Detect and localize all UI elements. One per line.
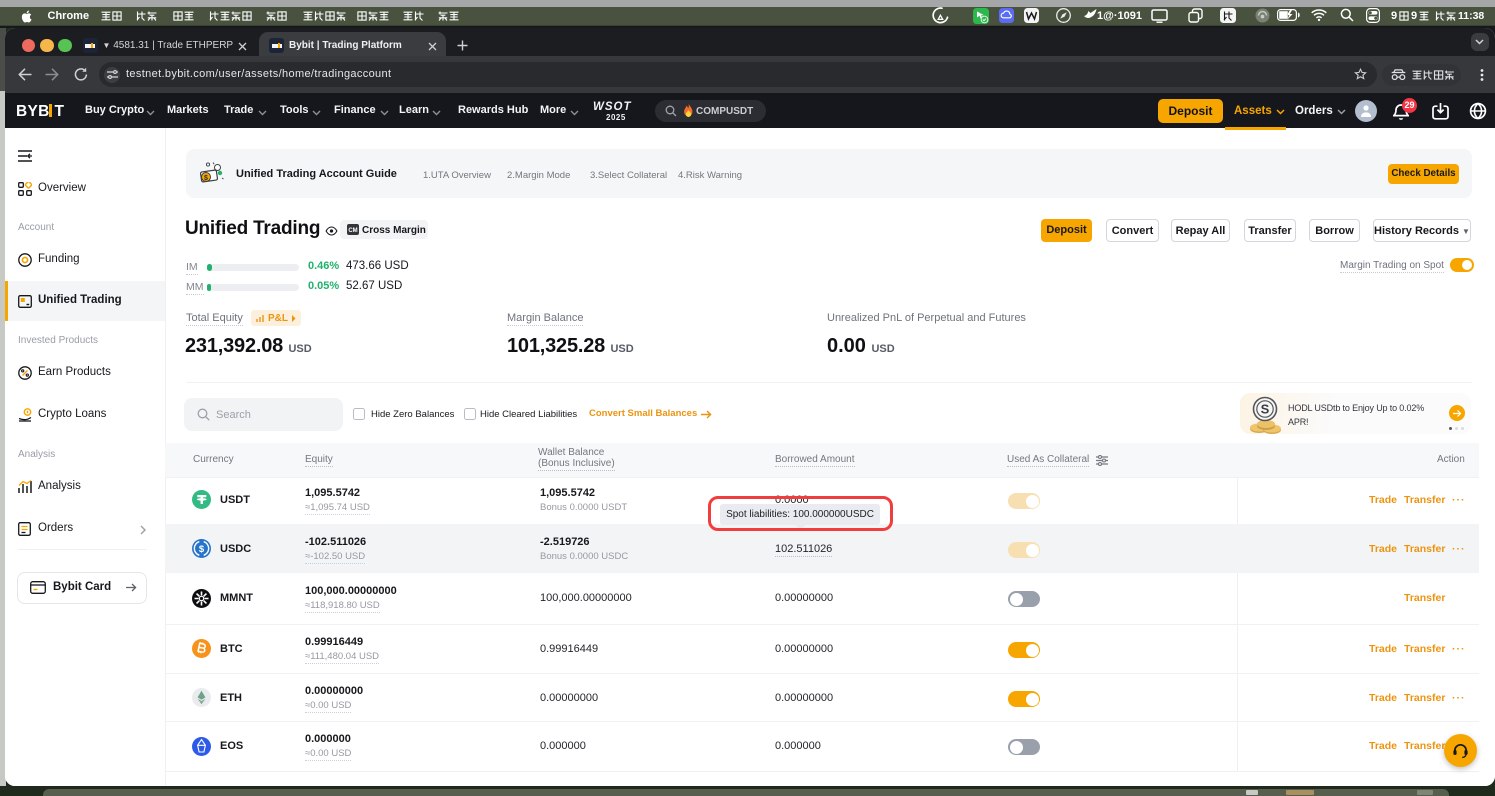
svg-text:$: $ <box>204 175 208 182</box>
svg-text:CM: CM <box>348 228 357 234</box>
svg-text:S: S <box>1261 402 1270 417</box>
svg-text:$: $ <box>199 544 205 555</box>
